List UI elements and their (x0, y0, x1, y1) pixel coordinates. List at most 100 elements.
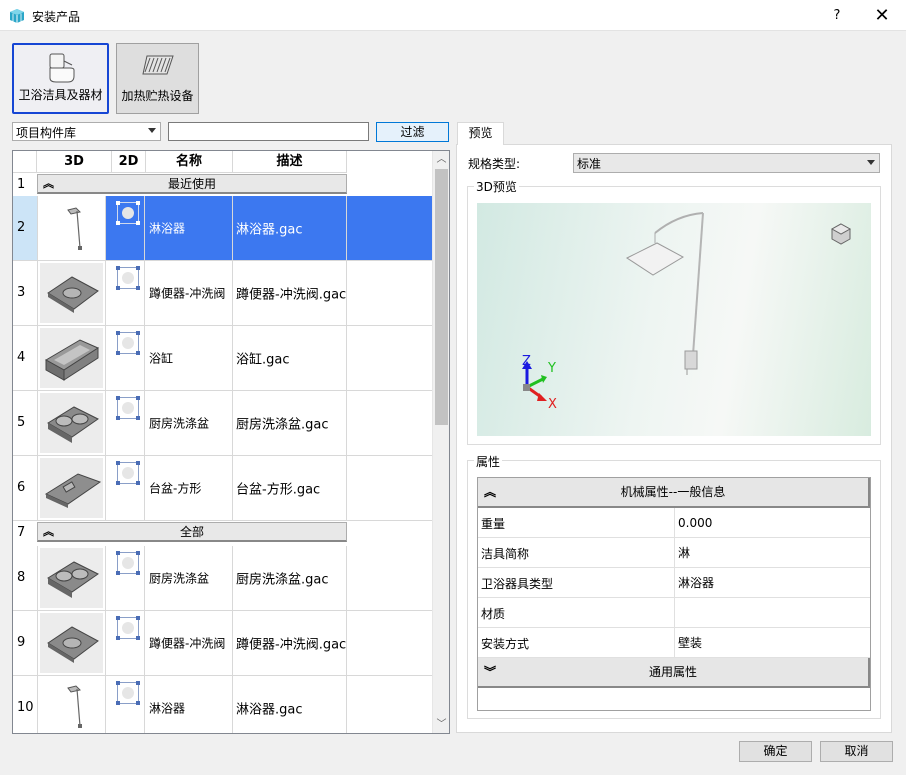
3d-preview-viewport[interactable]: Z Y X (477, 203, 871, 436)
squat-toilet-icon (47, 626, 99, 663)
thumbnail-2d (112, 261, 145, 325)
plan-symbol-icon (116, 551, 140, 575)
thumbnail-2d (112, 676, 145, 733)
chevron-down-icon (148, 128, 156, 133)
cancel-button[interactable]: 取消 (820, 741, 893, 762)
header-desc[interactable]: 描述 (233, 151, 347, 173)
row-desc: 厨房洗涤盆.gac (236, 417, 329, 433)
kitchen-sink-icon (47, 406, 99, 443)
row-number: 3 (17, 285, 26, 300)
scroll-down-icon[interactable]: ﹀ (433, 716, 449, 733)
scroll-thumb[interactable] (435, 169, 448, 425)
thumbnail-3d (37, 676, 106, 733)
header-name[interactable]: 名称 (146, 151, 233, 173)
row-number: 7 (17, 525, 26, 540)
property-row[interactable]: 安装方式 壁装 (478, 628, 870, 658)
table-row[interactable]: 4 浴缸 浴缸.gac (13, 326, 434, 391)
bathtub-icon (44, 339, 100, 381)
property-value[interactable]: 壁装 (674, 628, 870, 657)
row-number: 1 (17, 177, 26, 192)
row-name: 台盆-方形 (149, 481, 202, 496)
title-bar: 安装产品 ? ✕ (0, 0, 906, 31)
chevron-double-up-icon: ︽ (43, 525, 54, 538)
header-3d[interactable]: 3D (37, 151, 112, 173)
table-row[interactable]: 3 蹲便器-冲洗阀 蹲便器-冲洗阀.gac (13, 261, 434, 326)
property-group-general[interactable]: ︾ 通用属性 (478, 658, 870, 688)
row-number: 8 (17, 570, 26, 585)
row-desc: 台盆-方形.gac (236, 482, 321, 498)
thumbnail-2d (112, 546, 145, 610)
property-group-label: 机械属性--一般信息 (620, 485, 726, 499)
table-row[interactable]: 10 淋浴器 淋浴器.gac (13, 676, 434, 733)
row-number: 6 (17, 480, 26, 495)
ok-button[interactable]: 确定 (739, 741, 812, 762)
properties-grid: ︽ 机械属性--一般信息 重量 0.000 洁具简称 淋 卫浴器具类型 淋浴器 … (477, 477, 871, 711)
property-group-label: 通用属性 (648, 665, 697, 679)
chevron-double-up-icon: ︽ (484, 485, 497, 499)
table-row[interactable]: 9 蹲便器-冲洗阀 蹲便器-冲洗阀.gac (13, 611, 434, 676)
row-name: 蹲便器-冲洗阀 (149, 286, 226, 301)
property-row[interactable]: 重量 0.000 (478, 508, 870, 538)
row-name: 浴缸 (149, 351, 174, 366)
category-button-heating[interactable]: 加热贮热设备 (116, 43, 199, 114)
property-value[interactable]: 淋 (674, 538, 870, 567)
plan-symbol-icon (116, 201, 140, 225)
library-select-value: 项目构件库 (16, 126, 77, 140)
row-name: 淋浴器 (149, 221, 186, 236)
property-group-mechanical[interactable]: ︽ 机械属性--一般信息 (478, 478, 870, 508)
row-name: 厨房洗涤盆 (149, 416, 210, 431)
app-icon (10, 9, 24, 23)
group-label: 全部 (179, 525, 204, 539)
help-button[interactable]: ? (822, 1, 852, 30)
row-desc: 厨房洗涤盆.gac (236, 572, 329, 588)
row-desc: 蹲便器-冲洗阀.gac (236, 287, 347, 303)
squat-toilet-icon (47, 276, 99, 313)
close-button[interactable]: ✕ (866, 1, 898, 30)
thumbnail-2d (112, 391, 145, 455)
plan-symbol-icon (116, 616, 140, 640)
property-value[interactable]: 0.000 (674, 508, 870, 537)
row-number: 2 (13, 196, 37, 260)
group-header-recent[interactable]: ︽ 最近使用 (37, 174, 347, 194)
property-value[interactable]: 淋浴器 (674, 568, 870, 597)
property-value[interactable] (674, 598, 870, 627)
plan-symbol-icon (116, 681, 140, 705)
table-row[interactable]: 8 厨房洗涤盆 厨房洗涤盆.gac (13, 546, 434, 611)
axis-label-z: Z (522, 354, 531, 369)
thumbnail-2d (112, 326, 145, 390)
thumbnail-3d (37, 546, 106, 610)
table-row[interactable]: 6 台盆-方形 台盆-方形.gac (13, 456, 434, 521)
property-row[interactable]: 卫浴器具类型 淋浴器 (478, 568, 870, 598)
thumbnail-3d (37, 261, 106, 325)
property-key: 材质 (481, 607, 506, 621)
library-select[interactable]: 项目构件库 (12, 122, 161, 141)
axis-label-y: Y (548, 361, 556, 376)
row-desc: 蹲便器-冲洗阀.gac (236, 637, 347, 653)
filter-button[interactable]: 过滤 (376, 122, 449, 142)
table-scrollbar[interactable]: ︿ ﹀ (432, 151, 449, 733)
tab-preview[interactable]: 预览 (457, 122, 504, 145)
header-rownum (13, 151, 37, 173)
thumbnail-2d (112, 456, 145, 520)
table-row[interactable]: 2 淋浴器 淋浴器.gac (13, 196, 434, 261)
category-label: 卫浴洁具及器材 (18, 88, 103, 102)
plan-symbol-icon (116, 266, 140, 290)
scroll-up-icon[interactable]: ︿ (433, 151, 449, 168)
row-number: 5 (17, 415, 26, 430)
spec-type-select[interactable]: 标准 (573, 153, 880, 173)
chevron-double-up-icon: ︽ (43, 177, 54, 190)
property-row[interactable]: 洁具简称 淋 (478, 538, 870, 568)
header-2d[interactable]: 2D (112, 151, 146, 173)
table-row[interactable]: 5 厨房洗涤盆 厨房洗涤盆.gac (13, 391, 434, 456)
group-header-all[interactable]: ︽ 全部 (37, 522, 347, 542)
category-button-sanitary[interactable]: 卫浴洁具及器材 (12, 43, 109, 114)
property-key: 卫浴器具类型 (481, 577, 554, 591)
thumbnail-3d (37, 611, 106, 675)
property-row[interactable]: 材质 (478, 598, 870, 628)
filter-input[interactable] (168, 122, 369, 141)
chevron-down-icon (867, 160, 875, 165)
spec-type-label: 规格类型: (468, 157, 521, 171)
row-number: 4 (17, 350, 26, 365)
row-number: 9 (17, 635, 26, 650)
shower-icon (67, 207, 82, 250)
